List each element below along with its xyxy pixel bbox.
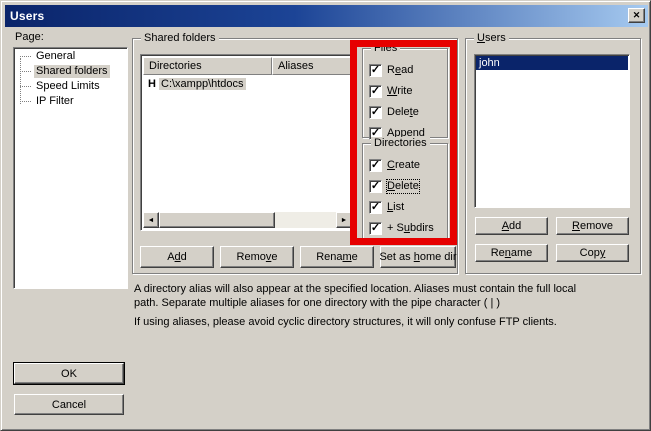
page-item-label: IP Filter xyxy=(34,95,76,108)
cyclic-warning-text: If using aliases, please avoid cyclic di… xyxy=(134,315,557,329)
page-item-general[interactable]: General xyxy=(14,49,127,63)
close-button[interactable]: ✕ xyxy=(628,8,645,23)
label-accel: R xyxy=(572,220,580,232)
copy-user-button[interactable]: Copy xyxy=(556,244,629,262)
page-list[interactable]: General Shared folders Speed Limits IP F… xyxy=(13,47,128,289)
scrollbar-thumb[interactable] xyxy=(159,212,275,228)
label-part: ome dir xyxy=(420,251,457,263)
page-item-label-selected: Shared folders xyxy=(34,65,110,78)
tree-branch-icon xyxy=(20,86,31,87)
users-dialog-window: Users ✕ Page: General Shared folders Spe… xyxy=(0,0,651,431)
users-list[interactable]: john xyxy=(474,54,630,208)
add-user-button[interactable]: Add xyxy=(475,217,548,235)
title-bar[interactable]: Users ✕ xyxy=(5,5,648,27)
scroll-right-icon: ► xyxy=(341,217,348,224)
window-title: Users xyxy=(5,9,44,23)
page-item-label: General xyxy=(34,50,77,63)
remove-directory-button[interactable]: Remove xyxy=(220,246,294,268)
page-label: Page: xyxy=(15,31,44,43)
label-part: Remo xyxy=(237,251,266,263)
label-accel: y xyxy=(600,247,606,259)
label-part: Rena xyxy=(316,251,342,263)
scrollbar-track[interactable] xyxy=(275,212,336,228)
scroll-left-button[interactable]: ◄ xyxy=(143,212,159,228)
tree-branch-icon xyxy=(20,71,31,72)
button-label: Set as home dir xyxy=(379,251,456,263)
home-marker: H xyxy=(148,78,159,90)
label-part: e xyxy=(271,251,277,263)
label-part: Cop xyxy=(580,247,600,259)
column-header-directories[interactable]: Directories xyxy=(143,57,272,75)
page-item-ip-filter[interactable]: IP Filter xyxy=(14,94,127,108)
list-header: Directories Aliases xyxy=(143,57,352,75)
alias-help-text: A directory alias will also appear at th… xyxy=(134,282,576,310)
set-as-home-dir-button[interactable]: Set as home dir xyxy=(380,246,456,268)
label-part: d xyxy=(181,251,187,263)
label-part: Re xyxy=(491,247,505,259)
shared-folders-group-label: Shared folders xyxy=(141,32,219,44)
remove-user-button[interactable]: Remove xyxy=(556,217,629,235)
button-label: Copy xyxy=(580,247,606,259)
label-accel: m xyxy=(343,251,352,263)
tree-branch-icon xyxy=(20,56,31,57)
label-part: Set as xyxy=(379,251,413,263)
label-part: emove xyxy=(580,220,613,232)
directory-path: C:\xampp\htdocs xyxy=(159,78,246,90)
users-group-label: Users xyxy=(474,32,509,44)
label-accel: U xyxy=(477,32,485,44)
user-row-john[interactable]: john xyxy=(476,56,628,70)
button-label: Add xyxy=(167,251,187,263)
button-label: Rename xyxy=(316,251,358,263)
directory-row[interactable]: H C:\xampp\htdocs xyxy=(143,76,352,91)
scroll-left-icon: ◄ xyxy=(148,217,155,224)
column-header-aliases[interactable]: Aliases xyxy=(272,57,352,75)
page-item-speed-limits[interactable]: Speed Limits xyxy=(14,79,127,93)
add-directory-button[interactable]: Add xyxy=(140,246,214,268)
tree-branch-icon xyxy=(20,101,31,102)
button-label: Remove xyxy=(572,220,613,232)
horizontal-scrollbar[interactable]: ◄ ► xyxy=(143,212,352,228)
ok-button[interactable]: OK xyxy=(14,363,124,384)
list-body[interactable]: H C:\xampp\htdocs xyxy=(143,75,352,212)
label-part: e xyxy=(352,251,358,263)
label-accel: A xyxy=(502,220,509,232)
directories-list[interactable]: Directories Aliases H C:\xampp\htdocs ◄ … xyxy=(140,54,355,231)
button-label: Add xyxy=(502,220,522,232)
page-item-shared-folders[interactable]: Shared folders xyxy=(14,64,127,78)
annotation-rectangle xyxy=(350,40,457,245)
label-part: A xyxy=(167,251,174,263)
label-part: sers xyxy=(485,32,506,44)
rename-user-button[interactable]: Rename xyxy=(475,244,548,262)
button-label: Remove xyxy=(237,251,278,263)
page-item-label: Speed Limits xyxy=(34,80,102,93)
cancel-button[interactable]: Cancel xyxy=(14,394,124,415)
label-part: dd xyxy=(509,220,521,232)
rename-directory-button[interactable]: Rename xyxy=(300,246,374,268)
close-icon: ✕ xyxy=(633,11,641,20)
button-label: Rename xyxy=(491,247,533,259)
label-part: ame xyxy=(511,247,532,259)
